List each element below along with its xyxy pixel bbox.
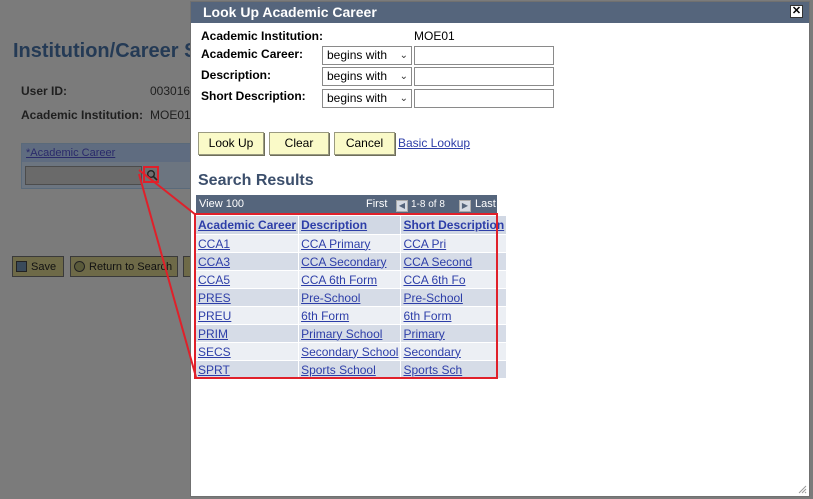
column-header-short-description[interactable]: Short Description [400,216,508,235]
results-range: 1-8 of 8 [411,199,445,210]
result-description[interactable]: Secondary School [301,345,398,359]
result-career-code[interactable]: PREU [198,309,231,323]
result-description[interactable]: Primary School [301,327,382,341]
dialog-title: Look Up Academic Career [203,4,377,20]
result-short-description[interactable]: Secondary [403,345,460,359]
result-career-code[interactable]: CCA5 [198,273,230,287]
description-search-input[interactable] [414,67,554,86]
short-description-search-input[interactable] [414,89,554,108]
dialog-title-bar: Look Up Academic Career ✕ [191,2,809,23]
table-row: CCA5 CCA 6th Form CCA 6th Fo [196,270,508,289]
result-description[interactable]: Sports School [301,363,376,377]
table-row: CCA3 CCA Secondary CCA Second [196,252,508,271]
result-short-description[interactable]: Sports Sch [403,363,462,377]
result-description[interactable]: CCA Primary [301,237,370,251]
description-operator-select[interactable]: begins with ⌄ [322,67,412,86]
basic-lookup-link[interactable]: Basic Lookup [398,136,470,150]
lookup-dialog: Look Up Academic Career ✕ Academic Insti… [190,1,810,497]
search-icon [74,261,85,272]
dialog-institution-value: MOE01 [414,29,455,43]
first-link[interactable]: First [366,198,387,210]
next-arrow-icon[interactable]: ▶ [459,200,471,212]
column-header-academic-career[interactable]: Academic Career [196,216,300,235]
result-short-description[interactable]: Primary [403,327,444,341]
academic-career-label: Academic Career: [201,47,304,61]
table-row: PREU 6th Form 6th Form [196,306,508,325]
result-short-description[interactable]: 6th Form [403,309,451,323]
result-career-code[interactable]: CCA3 [198,255,230,269]
result-short-description[interactable]: Pre-School [403,291,462,305]
clear-button[interactable]: Clear [269,132,329,155]
last-link[interactable]: Last [475,198,496,210]
result-description[interactable]: Pre-School [301,291,360,305]
academic-career-input[interactable] [25,166,142,185]
user-id-value: 003016 [150,84,191,98]
table-row: SPRT Sports School Sports Sch [196,360,508,378]
academic-career-operator-select[interactable]: begins with ⌄ [322,46,412,65]
table-row: PRES Pre-School Pre-School [196,288,508,307]
academic-career-link[interactable]: *Academic Career [26,147,115,159]
cancel-button[interactable]: Cancel [334,132,395,155]
academic-career-header: *Academic Career [22,144,192,162]
chevron-down-icon: ⌄ [399,93,408,104]
result-short-description[interactable]: CCA 6th Fo [403,273,465,287]
table-row: SECS Secondary School Secondary [196,342,508,361]
close-icon[interactable]: ✕ [790,5,803,18]
return-to-search-button[interactable]: Return to Search [70,256,178,277]
view-100-link[interactable]: View 100 [199,198,244,210]
institution-value: MOE01 [150,108,191,122]
result-career-code[interactable]: SPRT [198,363,230,377]
save-button[interactable]: Save [12,256,64,277]
column-header-description[interactable]: Description [298,216,402,235]
result-career-code[interactable]: SECS [198,345,231,359]
institution-label: Academic Institution: [21,108,144,122]
user-id-label: User ID: [21,84,68,98]
result-career-code[interactable]: PRES [198,291,231,305]
chevron-down-icon: ⌄ [399,50,408,61]
look-up-button[interactable]: Look Up [198,132,264,155]
short-description-operator-select[interactable]: begins with ⌄ [322,89,412,108]
result-career-code[interactable]: PRIM [198,327,228,341]
dialog-institution-label: Academic Institution: [201,29,324,43]
result-career-code[interactable]: CCA1 [198,237,230,251]
results-header-row: Academic Career Description Short Descri… [196,216,508,235]
lookup-icon[interactable] [143,166,159,183]
previous-arrow-icon[interactable]: ◀ [396,200,408,212]
result-description[interactable]: 6th Form [301,309,349,323]
chevron-down-icon: ⌄ [399,71,408,82]
search-results-title: Search Results [198,172,314,189]
academic-career-box: *Academic Career [21,143,193,189]
page-title: Institution/Career Se [13,40,209,62]
results-grid-header: View 100 First ◀ 1-8 of 8 ▶ Last [196,195,497,215]
save-icon [16,261,27,272]
table-row: PRIM Primary School Primary [196,324,508,343]
result-description[interactable]: CCA Secondary [301,255,386,269]
description-label: Description: [201,68,272,82]
academic-career-search-input[interactable] [414,46,554,65]
result-short-description[interactable]: CCA Second [403,255,472,269]
result-short-description[interactable]: CCA Pri [403,237,446,251]
result-description[interactable]: CCA 6th Form [301,273,377,287]
results-table: Academic Career Description Short Descri… [196,216,508,378]
table-row: CCA1 CCA Primary CCA Pri [196,234,508,253]
short-description-label: Short Description: [201,89,306,103]
resize-grip-icon[interactable] [797,484,807,494]
